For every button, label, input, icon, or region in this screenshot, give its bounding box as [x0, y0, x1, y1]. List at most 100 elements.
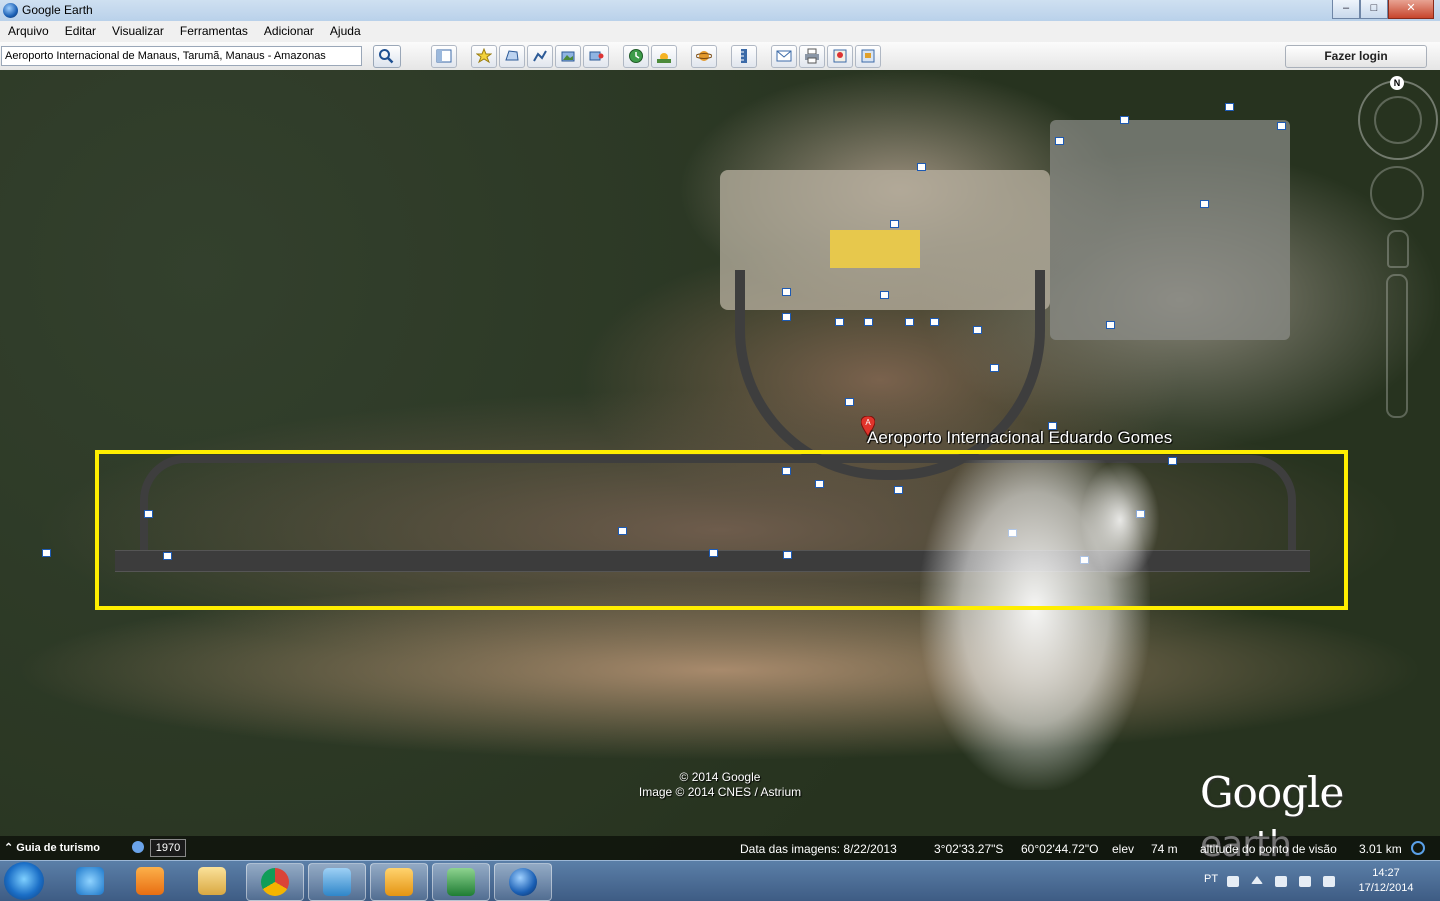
- taskbar-chrome[interactable]: [246, 863, 304, 901]
- poi-marker[interactable]: [990, 364, 999, 372]
- excel-icon: [447, 868, 475, 896]
- terminal-roof: [830, 230, 920, 268]
- planets-button[interactable]: [691, 45, 717, 68]
- zoom-slider[interactable]: [1386, 274, 1408, 418]
- menu-arquivo[interactable]: Arquivo: [0, 21, 57, 42]
- status-bar: ⌃ Guia de turismo 1970 Data das imagens:…: [0, 836, 1440, 860]
- apron-taxiway: [735, 270, 1045, 480]
- imagery-date: Data das imagens: 8/22/2013: [740, 842, 897, 856]
- show-hidden-icons-icon[interactable]: [1251, 876, 1263, 884]
- title-bar: Google Earth – □ ✕: [0, 0, 1440, 22]
- poi-marker[interactable]: [835, 318, 844, 326]
- poi-marker[interactable]: [1106, 321, 1115, 329]
- login-button[interactable]: Fazer login: [1285, 45, 1427, 68]
- lync-icon: [323, 868, 351, 896]
- record-tour-button[interactable]: [583, 45, 609, 68]
- printer-icon: [805, 48, 819, 64]
- menu-ajuda[interactable]: Ajuda: [322, 21, 369, 42]
- view-in-maps-button[interactable]: [827, 45, 853, 68]
- minimize-button[interactable]: –: [1332, 0, 1360, 19]
- map-icon: [833, 49, 847, 63]
- flag-icon[interactable]: [1275, 876, 1287, 887]
- volume-icon[interactable]: [1323, 876, 1335, 887]
- sunlight-button[interactable]: [651, 45, 677, 68]
- tour-guide-button[interactable]: ⌃ Guia de turismo: [4, 841, 100, 854]
- print-button[interactable]: [799, 45, 825, 68]
- record-tour-icon: [589, 51, 604, 61]
- taskbar-google-earth[interactable]: [494, 863, 552, 901]
- poi-marker[interactable]: [930, 318, 939, 326]
- poi-marker[interactable]: [1277, 122, 1286, 130]
- poi-marker[interactable]: [782, 288, 791, 296]
- sidebar-toggle-button[interactable]: [431, 45, 457, 68]
- taskbar-internet-explorer[interactable]: [62, 863, 118, 899]
- sidebar-icon: [436, 49, 452, 63]
- search-input[interactable]: Aeroporto Internacional de Manaus, Tarum…: [1, 46, 362, 66]
- save-image-button[interactable]: [855, 45, 881, 68]
- media-player-icon: [136, 867, 164, 895]
- system-clock[interactable]: 14:27 17/12/2014: [1352, 866, 1420, 896]
- add-path-button[interactable]: [527, 45, 553, 68]
- historical-imagery-icon[interactable]: [132, 841, 144, 853]
- map-view[interactable]: A Aeroporto Internacional Eduardo Gomes …: [0, 70, 1440, 862]
- poi-marker[interactable]: [1200, 200, 1209, 208]
- taskbar-outlook[interactable]: [370, 863, 428, 901]
- highlight-rectangle: [95, 450, 1348, 610]
- elevation-label: elev: [1112, 842, 1135, 856]
- eye-altitude-label: altitude do ponto de visão: [1200, 842, 1337, 856]
- poi-marker[interactable]: [845, 398, 854, 406]
- close-button[interactable]: ✕: [1388, 0, 1434, 19]
- menu-editar[interactable]: Editar: [57, 21, 104, 42]
- street-view-pegman-icon[interactable]: [1387, 230, 1409, 268]
- copyright-line: © 2014 Google: [679, 770, 761, 784]
- poi-marker[interactable]: [917, 163, 926, 171]
- taskbar-excel[interactable]: [432, 863, 490, 901]
- poi-marker[interactable]: [973, 326, 982, 334]
- tour-guide-label: Guia de turismo: [16, 842, 101, 854]
- move-joystick[interactable]: [1370, 166, 1424, 220]
- year-indicator[interactable]: 1970: [150, 839, 186, 857]
- north-indicator[interactable]: N: [1390, 76, 1404, 90]
- poi-marker[interactable]: [864, 318, 873, 326]
- placemark-label[interactable]: Aeroporto Internacional Eduardo Gomes: [867, 428, 1172, 448]
- polygon-icon: [505, 50, 519, 61]
- internet-explorer-icon: [76, 867, 104, 895]
- menu-visualizar[interactable]: Visualizar: [104, 21, 172, 42]
- search-button[interactable]: [373, 45, 401, 68]
- add-polygon-button[interactable]: [499, 45, 525, 68]
- start-button[interactable]: [4, 862, 44, 900]
- language-indicator[interactable]: PT: [1204, 873, 1218, 885]
- folder-icon: [198, 867, 226, 895]
- taskbar-lync[interactable]: [308, 863, 366, 901]
- compass-center[interactable]: [1374, 96, 1422, 144]
- poi-marker[interactable]: [905, 318, 914, 326]
- add-placemark-button[interactable]: [471, 45, 497, 68]
- taskbar-media-player[interactable]: [122, 863, 178, 899]
- poi-marker[interactable]: [1225, 103, 1234, 111]
- poi-marker[interactable]: [42, 549, 51, 557]
- taskbar-file-explorer[interactable]: [184, 863, 240, 899]
- pushpin-icon: [476, 48, 492, 64]
- keyboard-icon[interactable]: [1227, 876, 1239, 887]
- email-button[interactable]: [771, 45, 797, 68]
- latitude: 3°02'33.27"S: [934, 842, 1004, 856]
- menu-ferramentas[interactable]: Ferramentas: [172, 21, 256, 42]
- poi-marker[interactable]: [1120, 116, 1129, 124]
- toolbar: Aeroporto Internacional de Manaus, Tarum…: [0, 42, 1440, 71]
- poi-marker[interactable]: [782, 313, 791, 321]
- poi-marker[interactable]: [1055, 137, 1064, 145]
- add-image-overlay-button[interactable]: [555, 45, 581, 68]
- maximize-button[interactable]: □: [1360, 0, 1388, 19]
- compass-ring[interactable]: [1358, 80, 1438, 160]
- menu-bar: Arquivo Editar Visualizar Ferramentas Ad…: [0, 21, 1440, 42]
- menu-adicionar[interactable]: Adicionar: [256, 21, 322, 42]
- logo-google: Google: [1200, 768, 1344, 817]
- network-icon[interactable]: [1299, 876, 1311, 887]
- poi-marker[interactable]: [890, 220, 899, 228]
- hangar-area: [1050, 120, 1290, 340]
- taskbar: PT 14:27 17/12/2014: [0, 860, 1440, 901]
- poi-marker[interactable]: [880, 291, 889, 299]
- historical-imagery-button[interactable]: [623, 45, 649, 68]
- placemark-marker-letter: A: [865, 418, 871, 427]
- ruler-button[interactable]: [731, 45, 757, 68]
